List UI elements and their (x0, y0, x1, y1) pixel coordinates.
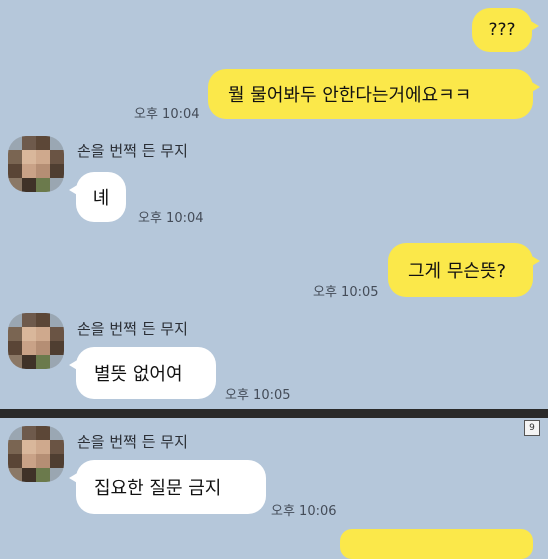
avatar[interactable] (8, 313, 64, 369)
message-time: 오후 10:05 (313, 285, 379, 300)
sender-name: 손을 번쩍 든 무지 (77, 320, 188, 338)
message-text: 집요한 질문 금지 (94, 478, 222, 499)
message-time: 오후 10:04 (134, 107, 200, 122)
message-text: 별뜻 없어여 (94, 364, 183, 385)
message-time: 오후 10:04 (138, 211, 204, 226)
message-text: ??? (488, 20, 516, 40)
chat-room: ??? 오후 10:04 뭘 물어봐두 안한다는거에요ㅋㅋ 손을 번쩍 든 무지… (0, 0, 548, 559)
message-text: 그게 무슨뜻? (408, 261, 507, 282)
their-message-bubble[interactable]: 집요한 질문 금지 (69, 460, 266, 514)
my-message-bubble[interactable]: 뭘 물어봐두 안한다는거에요ㅋㅋ (208, 69, 540, 119)
message-text: 뭘 물어봐두 안한다는거에요ㅋㅋ (228, 85, 472, 106)
their-message-bubble[interactable]: 녜 (69, 172, 126, 222)
avatar[interactable] (8, 426, 64, 482)
sender-name: 손을 번쩍 든 무지 (77, 142, 188, 160)
message-time: 오후 10:06 (271, 504, 337, 519)
their-message-bubble[interactable]: 별뜻 없어여 (69, 347, 216, 399)
screenshot-divider (0, 409, 548, 418)
message-time: 오후 10:05 (225, 388, 291, 403)
my-message-bubble[interactable]: ??? (472, 8, 539, 52)
page-number-badge: 9 (524, 420, 540, 436)
sender-name: 손을 번쩍 든 무지 (77, 433, 188, 451)
my-message-bubble[interactable]: 그게 무슨뜻? (388, 243, 540, 297)
avatar[interactable] (8, 136, 64, 192)
message-text: 녜 (92, 188, 110, 209)
